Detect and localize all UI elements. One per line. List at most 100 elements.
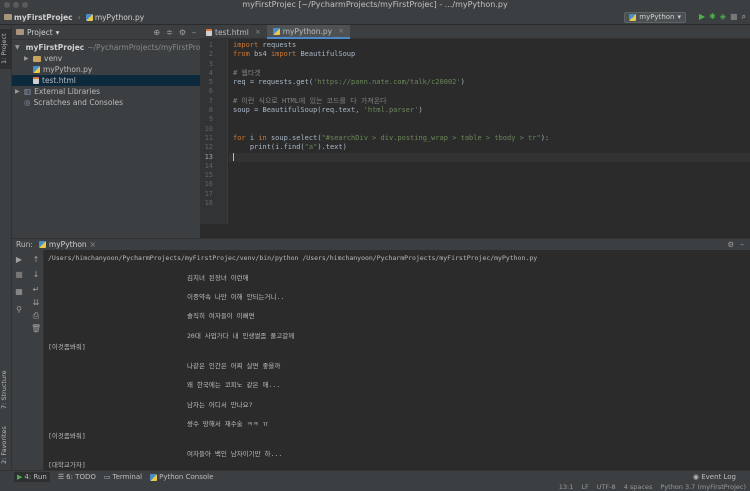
tree-item-mypython[interactable]: myPython.py xyxy=(12,64,200,75)
window-controls[interactable] xyxy=(4,2,28,8)
code-line[interactable]: # 이런 식으로 HTML에 있는 코드를 다 가져온다 xyxy=(229,97,750,106)
line-number: 16 xyxy=(204,180,213,189)
code-token: BeautifulSoup xyxy=(296,50,356,59)
soft-wrap-icon[interactable]: ↵ xyxy=(31,285,41,294)
print-icon[interactable]: ⎙ xyxy=(31,311,41,321)
chevron-down-icon: ▾ xyxy=(677,13,681,21)
project-tool-tab[interactable]: 1: Project xyxy=(0,29,12,69)
tab-terminal[interactable]: ▭ Terminal xyxy=(104,472,142,482)
line-number: 17 xyxy=(204,189,213,198)
run-console[interactable]: /Users/himchanyoon/PycharmProjects/myFir… xyxy=(44,250,750,470)
breadcrumb-file-label: myPython.py xyxy=(94,12,145,22)
down-arrow-icon[interactable]: ↓ xyxy=(31,270,41,279)
project-view-selector[interactable]: Project xyxy=(27,28,53,37)
console-output-line: 20대 사업가다 내 인생썰좀 풀고갈께 xyxy=(187,332,295,340)
tab-run[interactable]: ▶ 4: Run xyxy=(14,472,50,482)
stop-icon[interactable]: ■ xyxy=(14,270,24,279)
pin-icon[interactable]: ⚲ xyxy=(14,305,24,314)
code-line[interactable] xyxy=(229,115,750,124)
favorites-tool-tab[interactable]: 2: Favorites xyxy=(0,425,12,465)
code-line[interactable] xyxy=(229,125,750,134)
gear-icon[interactable]: ⚙ xyxy=(728,240,735,249)
tree-item-test-html[interactable]: test.html xyxy=(12,75,200,86)
console-output-line: 왜 한국에는 코피노 같은 애... xyxy=(187,381,281,389)
stop-icon[interactable]: ■ xyxy=(730,12,738,22)
line-number: 15 xyxy=(204,171,213,180)
layout-icon[interactable]: ▦ xyxy=(14,287,24,296)
project-panel-header: Project ▾ ⊕ ≑ ⚙ – xyxy=(12,25,200,40)
code-editor[interactable]: import requests from bs4 import Beautifu… xyxy=(229,39,750,224)
code-line[interactable]: import requests xyxy=(229,41,750,50)
file-encoding[interactable]: UTF-8 xyxy=(597,483,616,491)
tree-item-venv[interactable]: ▶ venv xyxy=(12,53,200,64)
hide-icon[interactable]: – xyxy=(740,240,744,249)
console-output-line: 썅수 망해서 재수술 ㅋㅋ ㅠ xyxy=(187,420,269,428)
chevron-down-icon[interactable]: ▾ xyxy=(56,28,60,37)
event-log-button[interactable]: ◉ Event Log xyxy=(693,473,736,481)
status-indicators: 13:1 LF UTF-8 4 spaces Python 3.7 (myFir… xyxy=(559,483,746,491)
code-string: "#searchDiv > div.posting_wrap > table >… xyxy=(321,133,541,142)
line-separator[interactable]: LF xyxy=(581,483,588,491)
tab-label: Python Console xyxy=(159,473,214,481)
caret-position[interactable]: 13:1 xyxy=(559,483,574,491)
navigation-bar: myFirstProjec › myPython.py myPython ▾ ▶… xyxy=(0,10,750,25)
close-icon[interactable]: × xyxy=(90,240,96,249)
line-number: 12 xyxy=(204,143,213,152)
trash-icon[interactable]: 🗑 xyxy=(31,324,41,333)
tab-python-console[interactable]: Python Console xyxy=(150,472,213,482)
line-number: 6 xyxy=(208,87,213,96)
structure-tool-tab[interactable]: 7: Structure xyxy=(0,370,12,410)
code-line[interactable]: # 웹타겟 xyxy=(229,69,750,78)
list-icon: ☰ xyxy=(57,473,65,481)
tab-label: 4: Run xyxy=(24,473,47,481)
python-file-icon xyxy=(629,14,637,21)
breadcrumb-project[interactable]: myFirstProjec xyxy=(4,13,73,22)
code-line[interactable]: print(i.find("a").text) xyxy=(229,143,750,152)
run-tab-mypython[interactable]: myPython × xyxy=(38,240,96,249)
up-arrow-icon[interactable]: ↑ xyxy=(31,255,41,264)
debug-icon[interactable]: ✱ xyxy=(709,12,716,22)
code-line[interactable] xyxy=(229,60,750,69)
run-tab-label: myPython xyxy=(48,240,87,249)
rerun-icon[interactable]: ▶ xyxy=(14,255,24,264)
close-icon[interactable]: × xyxy=(255,28,261,36)
python-interpreter[interactable]: Python 3.7 (myFirstProjec) xyxy=(660,483,746,491)
hide-icon[interactable]: – xyxy=(192,28,196,37)
locate-icon[interactable]: ⊕ xyxy=(153,28,160,37)
code-token: req = requests.get( xyxy=(233,78,314,87)
code-comment: # 웹타겟 xyxy=(233,68,261,77)
code-line[interactable]: from bs4 import BeautifulSoup xyxy=(229,50,750,59)
console-output-line: 여자들아 백인 남자이기만 하... xyxy=(187,450,283,458)
breadcrumb-file[interactable]: myPython.py xyxy=(85,12,145,22)
code-line-current[interactable] xyxy=(229,152,750,162)
window-title: myFirstProjec [~/PycharmProjects/myFirst… xyxy=(242,0,508,9)
breadcrumb-project-label: myFirstProjec xyxy=(14,12,73,22)
tab-todo[interactable]: ☰ 6: TODO xyxy=(58,472,96,482)
tree-item-root[interactable]: ▼ myFirstProjec ~/PycharmProjects/myFirs… xyxy=(12,42,211,53)
html-file-icon xyxy=(33,77,39,84)
collapse-icon[interactable]: ≑ xyxy=(166,28,173,37)
code-line[interactable]: for i in soup.select("#searchDiv > div.p… xyxy=(229,134,750,143)
code-line[interactable]: soup = BeautifulSoup(req.text, 'html.par… xyxy=(229,106,750,115)
indent-setting[interactable]: 4 spaces xyxy=(624,483,653,491)
run-icon: ▶ xyxy=(17,473,23,481)
scroll-to-end-icon[interactable]: ⇊ xyxy=(31,298,41,307)
tree-item-label: External Libraries xyxy=(34,87,100,96)
run-config-dropdown[interactable]: myPython ▾ xyxy=(624,12,686,23)
coverage-icon[interactable]: ◈ xyxy=(720,12,726,22)
code-token: ).text) xyxy=(317,143,347,152)
tree-item-label: Scratches and Consoles xyxy=(33,98,124,107)
search-icon[interactable]: ⌕ xyxy=(742,12,746,22)
tab-mypython[interactable]: myPython.py × xyxy=(266,25,350,39)
code-line[interactable]: req = requests.get('https://pann.nate.co… xyxy=(229,78,750,87)
close-icon[interactable]: × xyxy=(338,27,344,35)
code-line[interactable] xyxy=(229,87,750,96)
chevron-right-icon: ▶ xyxy=(15,88,20,95)
tree-item-scratches[interactable]: ◎ Scratches and Consoles xyxy=(12,97,200,108)
tab-test-html[interactable]: test.html × xyxy=(200,25,267,39)
run-icon[interactable]: ▶ xyxy=(699,12,705,22)
console-output-line: [이것좀봐줘] xyxy=(48,343,86,351)
gear-icon[interactable]: ⚙ xyxy=(179,28,186,37)
line-number: 8 xyxy=(208,106,213,115)
tree-item-external-libraries[interactable]: ▶ ▥ External Libraries xyxy=(12,86,200,97)
